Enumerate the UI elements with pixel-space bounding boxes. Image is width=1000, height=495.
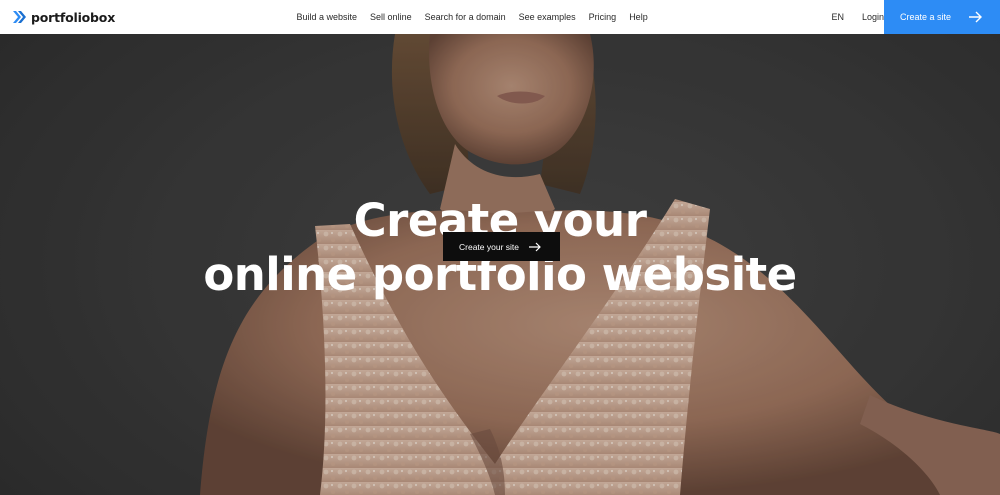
brand-name: portfoliobox bbox=[31, 9, 116, 25]
login-link[interactable]: Login bbox=[862, 12, 884, 22]
create-your-site-label: Create your site bbox=[459, 241, 519, 252]
arrow-right-icon bbox=[969, 11, 982, 23]
nav-link-search-domain[interactable]: Search for a domain bbox=[425, 12, 506, 22]
hero-section: Create your online portfolio website Cre… bbox=[0, 34, 1000, 495]
create-site-label: Create a site bbox=[900, 12, 952, 22]
top-navigation: portfoliobox Build a website Sell online… bbox=[0, 0, 1000, 34]
arrow-right-icon bbox=[529, 242, 541, 252]
nav-link-help[interactable]: Help bbox=[629, 12, 648, 22]
portfoliobox-logo-icon bbox=[13, 11, 26, 23]
brand-logo[interactable]: portfoliobox bbox=[12, 9, 115, 25]
nav-link-sell-online[interactable]: Sell online bbox=[370, 12, 412, 22]
nav-link-see-examples[interactable]: See examples bbox=[519, 12, 576, 22]
nav-link-build-website[interactable]: Build a website bbox=[297, 12, 358, 22]
create-your-site-button[interactable]: Create your site bbox=[443, 232, 560, 261]
nav-right-group: EN Login bbox=[831, 0, 884, 34]
main-menu: Build a website Sell online Search for a… bbox=[290, 0, 654, 34]
create-site-button[interactable]: Create a site bbox=[884, 0, 1000, 34]
nav-link-pricing[interactable]: Pricing bbox=[589, 12, 617, 22]
language-selector[interactable]: EN bbox=[831, 12, 844, 22]
